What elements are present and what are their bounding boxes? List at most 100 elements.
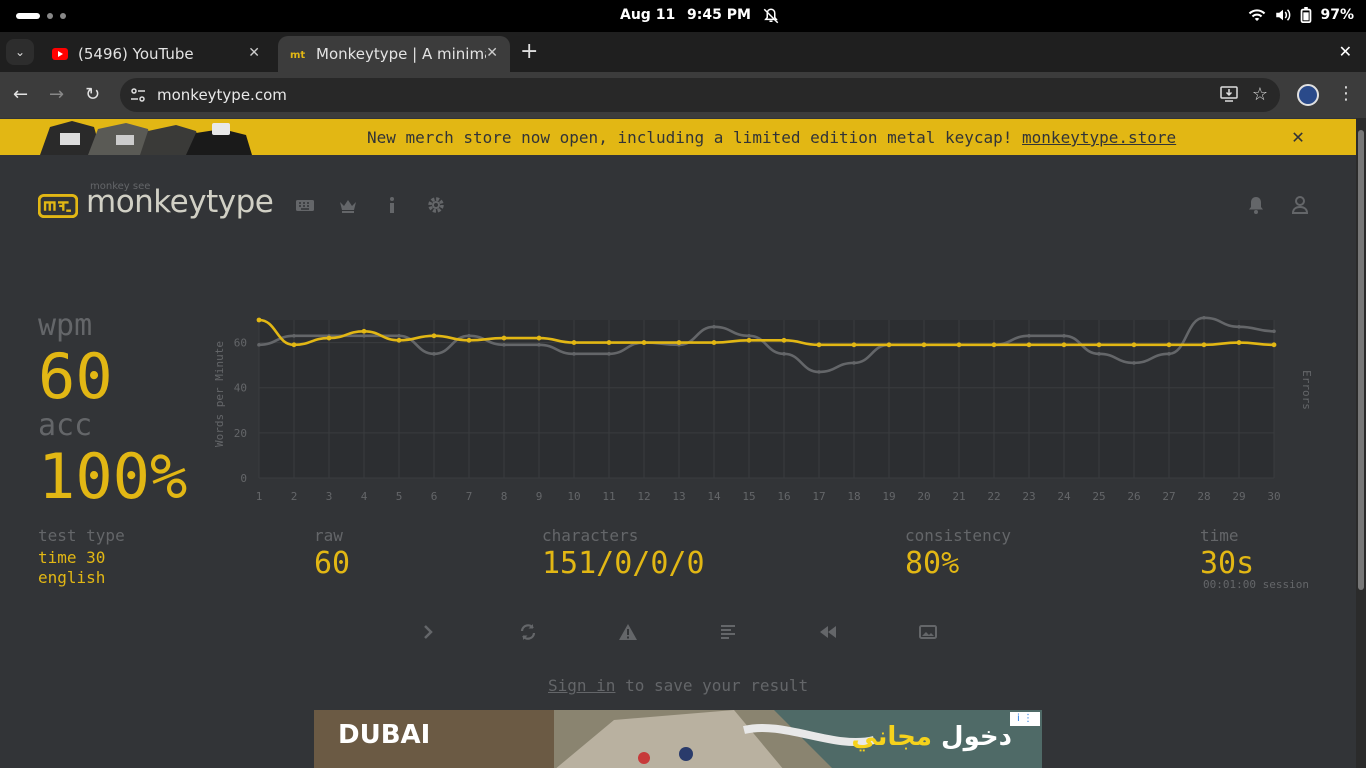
replay-icon[interactable]: [818, 622, 838, 642]
x-tick-label: 26: [1127, 490, 1140, 503]
x-tick-label: 15: [742, 490, 755, 503]
wpm-label: wpm: [38, 308, 93, 343]
screenshot-icon[interactable]: [918, 622, 938, 642]
wpm-point: [886, 342, 892, 348]
session-time: 00:01:00 session: [1203, 578, 1309, 591]
raw-point: [1027, 334, 1031, 338]
ad-choices-icon[interactable]: i ⋮: [1010, 712, 1040, 726]
ad-headline-a: دخول: [932, 722, 1012, 752]
raw-label: raw: [314, 526, 343, 545]
signin-text: to save your result: [615, 676, 809, 695]
profile-avatar[interactable]: [1297, 84, 1319, 106]
tab-monkeytype[interactable]: mt Monkeytype | A minimalistic ✕: [278, 36, 510, 72]
raw-value[interactable]: 60: [314, 546, 350, 581]
new-tab-button[interactable]: +: [520, 40, 538, 64]
consistency-label: consistency: [905, 526, 1011, 545]
y2-axis-label: Errors: [1300, 370, 1313, 410]
monkeytype-logo-icon: [38, 193, 78, 219]
page-scrollbar[interactable]: [1356, 118, 1366, 768]
wpm-point: [711, 340, 717, 345]
status-date: Aug 11: [620, 7, 676, 23]
raw-point: [1202, 315, 1206, 320]
wpm-point: [921, 342, 927, 348]
system-status-bar: Aug 11 9:45 PM 97%: [0, 0, 1366, 32]
user-icon[interactable]: [1290, 196, 1310, 214]
wpm-point: [1061, 342, 1067, 348]
bookmark-star-icon[interactable]: ☆: [1252, 84, 1268, 105]
banner-text: New merch store now open, including a li…: [367, 128, 1023, 147]
time-value[interactable]: 30s: [1200, 546, 1254, 581]
signin-prompt: Sign in to save your result: [548, 676, 808, 695]
acc-value[interactable]: 100%: [38, 440, 187, 513]
raw-point: [782, 352, 786, 356]
reload-button[interactable]: ↻: [85, 85, 100, 105]
tab-close-button[interactable]: ✕: [486, 45, 498, 61]
y-tick-label: 0: [240, 472, 247, 485]
x-tick-label: 21: [952, 490, 965, 503]
wpm-point: [851, 342, 857, 348]
x-tick-label: 24: [1057, 490, 1071, 503]
address-bar[interactable]: monkeytype.com ☆: [120, 78, 1280, 112]
install-app-icon[interactable]: [1220, 86, 1238, 102]
x-tick-label: 2: [291, 490, 298, 503]
wpm-value[interactable]: 60: [38, 340, 113, 413]
y-tick-label: 40: [234, 382, 247, 395]
tab-youtube[interactable]: (5496) YouTube ✕: [40, 36, 272, 72]
warning-icon[interactable]: [618, 622, 638, 642]
next-test-icon[interactable]: [418, 622, 438, 642]
scrollbar-thumb[interactable]: [1358, 130, 1364, 590]
merch-store-link[interactable]: monkeytype.store: [1022, 128, 1176, 147]
status-time: 9:45 PM: [687, 7, 751, 23]
x-tick-label: 14: [707, 490, 721, 503]
browser-toolbar: ← → ↻ monkeytype.com ☆ ⋮: [0, 72, 1366, 118]
browser-menu-icon[interactable]: ⋮: [1337, 84, 1355, 104]
raw-point: [607, 352, 611, 356]
wpm-point: [956, 342, 962, 348]
restart-icon[interactable]: [518, 622, 538, 642]
wpm-point: [431, 333, 437, 339]
x-tick-label: 6: [431, 490, 438, 503]
notifications-off-icon[interactable]: [762, 7, 780, 25]
settings-icon[interactable]: [426, 196, 446, 214]
tab-search-button[interactable]: ⌄: [6, 39, 34, 65]
x-tick-label: 7: [466, 490, 473, 503]
forward-button[interactable]: →: [49, 85, 64, 105]
x-tick-label: 29: [1232, 490, 1245, 503]
workspace-dot[interactable]: [60, 13, 66, 19]
info-icon[interactable]: [382, 196, 402, 214]
wpm-point: [1026, 342, 1032, 348]
signin-link[interactable]: Sign in: [548, 676, 615, 695]
raw-point: [502, 343, 506, 347]
x-tick-label: 13: [672, 490, 685, 503]
x-tick-label: 25: [1092, 490, 1105, 503]
raw-point: [747, 334, 751, 338]
characters-value[interactable]: 151/0/0/0: [542, 546, 705, 581]
workspace-dot[interactable]: [47, 13, 53, 19]
crown-icon[interactable]: [338, 196, 358, 214]
x-tick-label: 16: [777, 490, 790, 503]
x-tick-label: 10: [567, 490, 580, 503]
wpm-chart[interactable]: 1 2 3 4 5 6 7 8 9 10 11 12 13 14 15 16 17 18 19 20 21 22 23 24 2…: [205, 308, 1325, 518]
y-tick-label: 60: [234, 337, 247, 350]
raw-point: [1097, 352, 1101, 356]
advertisement[interactable]: DUBAI دخول مجاني i ⋮: [314, 710, 1042, 768]
back-button[interactable]: ←: [13, 85, 28, 105]
ad-headline: دخول مجاني: [851, 722, 1012, 752]
raw-point: [1062, 334, 1066, 338]
tab-close-button[interactable]: ✕: [248, 45, 260, 61]
volume-icon[interactable]: [1274, 7, 1292, 23]
raw-point: [817, 370, 821, 374]
wifi-icon[interactable]: [1248, 7, 1266, 23]
keyboard-icon[interactable]: [295, 196, 315, 214]
wpm-point: [991, 342, 997, 348]
launcher-pill[interactable]: [16, 13, 40, 19]
bell-icon[interactable]: [1246, 196, 1266, 214]
tab-title: Monkeytype | A minimalistic: [316, 45, 486, 63]
words-history-icon[interactable]: [718, 622, 738, 642]
window-close-button[interactable]: ✕: [1339, 42, 1352, 61]
ad-headline-b: مجاني: [851, 722, 932, 752]
banner-close-button[interactable]: ✕: [1292, 124, 1304, 148]
characters-label: characters: [542, 526, 639, 545]
site-info-icon[interactable]: [130, 87, 146, 103]
consistency-value[interactable]: 80%: [905, 546, 959, 581]
